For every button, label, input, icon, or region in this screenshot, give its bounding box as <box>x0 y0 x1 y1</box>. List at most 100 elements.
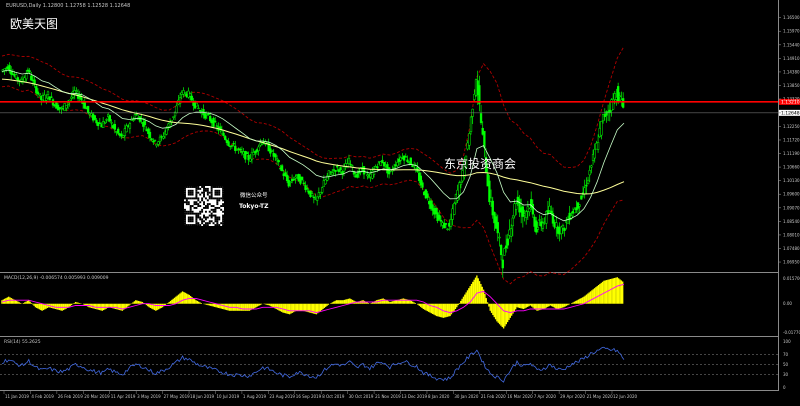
qr-module <box>197 187 200 190</box>
qr-module <box>218 224 221 227</box>
qr-module <box>185 199 188 202</box>
candle-body <box>93 115 96 120</box>
qr-module <box>191 224 194 227</box>
qr-module <box>184 214 186 217</box>
candle-body <box>132 119 135 121</box>
candle-body <box>546 210 550 214</box>
price-tick-label: 1.16500 <box>783 15 800 20</box>
qr-module <box>189 220 192 223</box>
qr-module <box>195 201 198 204</box>
candle-body <box>294 176 297 179</box>
qr-module <box>189 208 192 211</box>
candle-body <box>321 187 324 193</box>
qr-module <box>208 195 211 198</box>
candle-body <box>215 125 219 127</box>
time-tick-label: 18 Jun 2019 <box>190 394 215 399</box>
time-tick-label: 30 Oct 2019 <box>349 394 374 399</box>
qr-module <box>201 208 204 211</box>
qr-module <box>214 208 217 211</box>
qr-module <box>191 210 194 213</box>
qr-module <box>187 193 190 196</box>
candle-body <box>83 101 86 109</box>
candle-body <box>515 203 518 210</box>
qr-module <box>206 199 209 202</box>
qr-module <box>220 222 223 225</box>
qr-module <box>185 186 188 188</box>
candle-body <box>172 116 175 118</box>
candle-body <box>45 97 48 101</box>
qr-module <box>184 212 186 215</box>
time-tick-label: 3 May 2019 <box>137 394 161 399</box>
qr-module <box>184 216 186 219</box>
qr-module <box>206 224 209 227</box>
candle-body <box>300 176 304 180</box>
candle-body <box>75 90 78 92</box>
candle-body <box>496 222 499 234</box>
candle-body <box>153 139 157 142</box>
qr-code-pattern <box>184 186 225 227</box>
qr-module <box>184 193 186 196</box>
qr-module <box>195 186 198 188</box>
qr-module <box>204 187 207 190</box>
time-tick-label: 21 May 2020 <box>587 394 614 399</box>
qr-module <box>195 222 198 225</box>
candle-body <box>339 167 342 171</box>
candle-body <box>459 182 463 185</box>
qr-module <box>212 197 215 200</box>
qr-module <box>206 187 209 190</box>
qr-module <box>187 212 190 215</box>
candle-body <box>469 116 473 132</box>
time-tick-label: 27 May 2019 <box>164 394 191 399</box>
qr-module <box>187 197 190 200</box>
qr-module <box>195 187 198 190</box>
price-tick-label: 1.09600 <box>783 192 800 197</box>
time-tick-label: 8 Jan 2020 <box>428 394 450 399</box>
qr-module <box>203 216 206 219</box>
qr-module <box>210 220 213 223</box>
candle-body <box>128 123 132 129</box>
qr-module <box>191 197 194 200</box>
qr-module <box>199 193 202 196</box>
candle-body <box>503 248 506 256</box>
qr-module <box>199 201 202 204</box>
qr-module <box>220 186 223 188</box>
qr-module <box>184 187 186 190</box>
candle-body <box>224 136 227 140</box>
candle-body <box>349 163 352 166</box>
qr-module <box>206 206 209 209</box>
qr-module <box>187 186 190 188</box>
macd-tick-label: 0.00 <box>783 301 792 306</box>
candle-body <box>105 119 108 121</box>
qr-module <box>197 222 200 225</box>
qr-module <box>201 199 204 202</box>
qr-module <box>210 216 213 219</box>
qr-code-image <box>184 186 225 227</box>
candle-body <box>498 236 501 239</box>
qr-module <box>195 214 198 217</box>
qr-module <box>210 195 213 198</box>
qr-module <box>199 210 202 213</box>
qr-module <box>184 189 186 192</box>
qr-module <box>204 216 207 219</box>
time-tick-label: 7 Apr 2020 <box>534 394 557 399</box>
qr-module <box>208 203 211 206</box>
candle-body <box>590 165 593 168</box>
time-tick-label: 10 Jul 2019 <box>216 394 239 399</box>
qr-module <box>210 197 213 200</box>
watermark-center: 东京投资商会 <box>444 156 516 171</box>
candle-body <box>622 98 625 108</box>
qr-module <box>197 199 200 202</box>
price-tick-label: 1.10660 <box>783 165 800 170</box>
candle-body <box>449 219 453 227</box>
candle-body <box>305 188 309 190</box>
qr-module <box>206 193 209 196</box>
candle-body <box>342 166 346 172</box>
candle-body <box>501 259 504 269</box>
candle-body <box>125 125 128 133</box>
qr-module <box>222 197 225 200</box>
candle-body <box>586 179 590 185</box>
time-tick-label: 1 Aug 2019 <box>243 394 267 399</box>
qr-module <box>204 218 207 221</box>
qr-module <box>201 220 204 223</box>
qr-module <box>191 216 194 219</box>
